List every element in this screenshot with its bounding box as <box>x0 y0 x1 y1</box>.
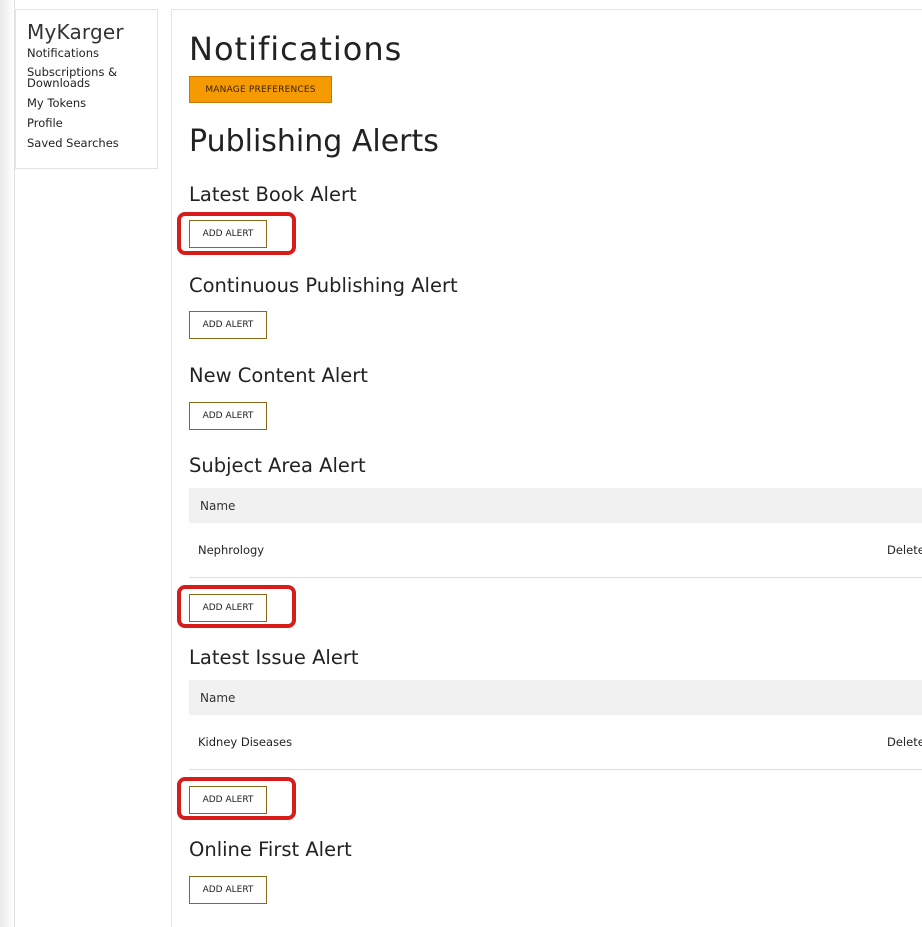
left-frame-edge <box>0 0 15 927</box>
sidebar-item-notifications[interactable]: Notifications <box>27 47 127 59</box>
section-title-publishing-alerts: Publishing Alerts <box>189 124 439 159</box>
page-root: MyKarger Notifications Subscriptions & D… <box>0 0 922 927</box>
add-alert-button-online-first[interactable]: ADD ALERT <box>189 876 267 904</box>
sidebar-title: MyKarger <box>27 20 124 44</box>
alert-title-continuous-publishing: Continuous Publishing Alert <box>189 274 458 297</box>
delete-link-kidney-diseases[interactable]: Delete <box>887 735 922 749</box>
page-title: Notifications <box>189 30 403 68</box>
add-alert-button-new-content[interactable]: ADD ALERT <box>189 402 267 430</box>
alert-title-subject-area: Subject Area Alert <box>189 454 366 477</box>
sidebar-item-saved-searches[interactable]: Saved Searches <box>27 137 127 149</box>
add-alert-button-continuous-publishing[interactable]: ADD ALERT <box>189 311 267 339</box>
sidebar: MyKarger Notifications Subscriptions & D… <box>15 9 158 169</box>
table-row: Nephrology Delete <box>189 522 922 578</box>
alert-title-new-content: New Content Alert <box>189 364 368 387</box>
add-alert-button-latest-book[interactable]: ADD ALERT <box>189 220 267 248</box>
subject-area-table-header: Name <box>189 488 922 523</box>
row-name-kidney-diseases: Kidney Diseases <box>198 735 293 749</box>
sidebar-item-my-tokens[interactable]: My Tokens <box>27 97 127 109</box>
table-header-name: Name <box>200 498 236 513</box>
alert-title-latest-book: Latest Book Alert <box>189 183 357 206</box>
latest-issue-table-header: Name <box>189 680 922 715</box>
table-header-name: Name <box>200 690 236 705</box>
add-alert-button-subject-area[interactable]: ADD ALERT <box>189 594 267 622</box>
add-alert-button-latest-issue[interactable]: ADD ALERT <box>189 786 267 814</box>
alert-title-online-first: Online First Alert <box>189 838 352 861</box>
row-name-nephrology: Nephrology <box>198 543 265 557</box>
delete-link-nephrology[interactable]: Delete <box>887 543 922 557</box>
sidebar-item-subscriptions-downloads[interactable]: Subscriptions & Downloads <box>27 66 122 89</box>
alert-title-latest-issue: Latest Issue Alert <box>189 646 359 669</box>
table-row: Kidney Diseases Delete <box>189 714 922 770</box>
sidebar-item-profile[interactable]: Profile <box>27 117 127 129</box>
manage-preferences-button[interactable]: MANAGE PREFERENCES <box>189 76 332 103</box>
